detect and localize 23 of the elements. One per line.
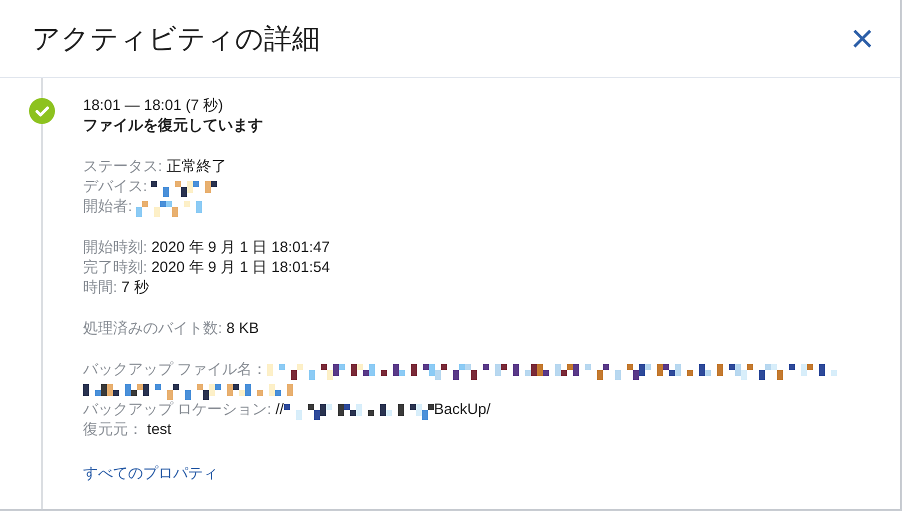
field-label: 復元元： bbox=[83, 421, 144, 438]
field-label: 完了時刻: bbox=[83, 259, 148, 276]
field-value: 7 秒 bbox=[121, 279, 149, 296]
field-label: 時間: bbox=[83, 279, 118, 296]
close-button[interactable]: × bbox=[850, 18, 874, 58]
field-label: バックアップ ファイル名： bbox=[83, 361, 268, 378]
field-label: バックアップ ロケーション: bbox=[83, 401, 272, 418]
field-value: // bbox=[276, 401, 284, 418]
field-value: BackUp/ bbox=[434, 401, 491, 418]
field-value: 2020 年 9 月 1 日 18:01:47 bbox=[151, 239, 330, 256]
field-value: test bbox=[147, 421, 172, 438]
activity-title: ファイルを復元しています bbox=[83, 116, 264, 136]
field-label: 処理済みのバイト数: bbox=[83, 320, 224, 337]
field-value: 正常終了 bbox=[166, 158, 226, 175]
dialog-title: アクティビティの詳細 bbox=[32, 22, 320, 56]
field-label: デバイス: bbox=[83, 178, 148, 195]
field-value: 8 KB bbox=[226, 320, 259, 337]
field-value: 2020 年 9 月 1 日 18:01:54 bbox=[151, 259, 330, 276]
field-label: 開始者: bbox=[83, 198, 134, 215]
field-label: 開始時刻: bbox=[83, 239, 148, 256]
field-label: ステータス: bbox=[83, 158, 164, 175]
time-range: 18:01 — 18:01 (7 秒) bbox=[83, 96, 224, 116]
all-properties-link[interactable]: すべてのプロパティ bbox=[83, 465, 218, 482]
